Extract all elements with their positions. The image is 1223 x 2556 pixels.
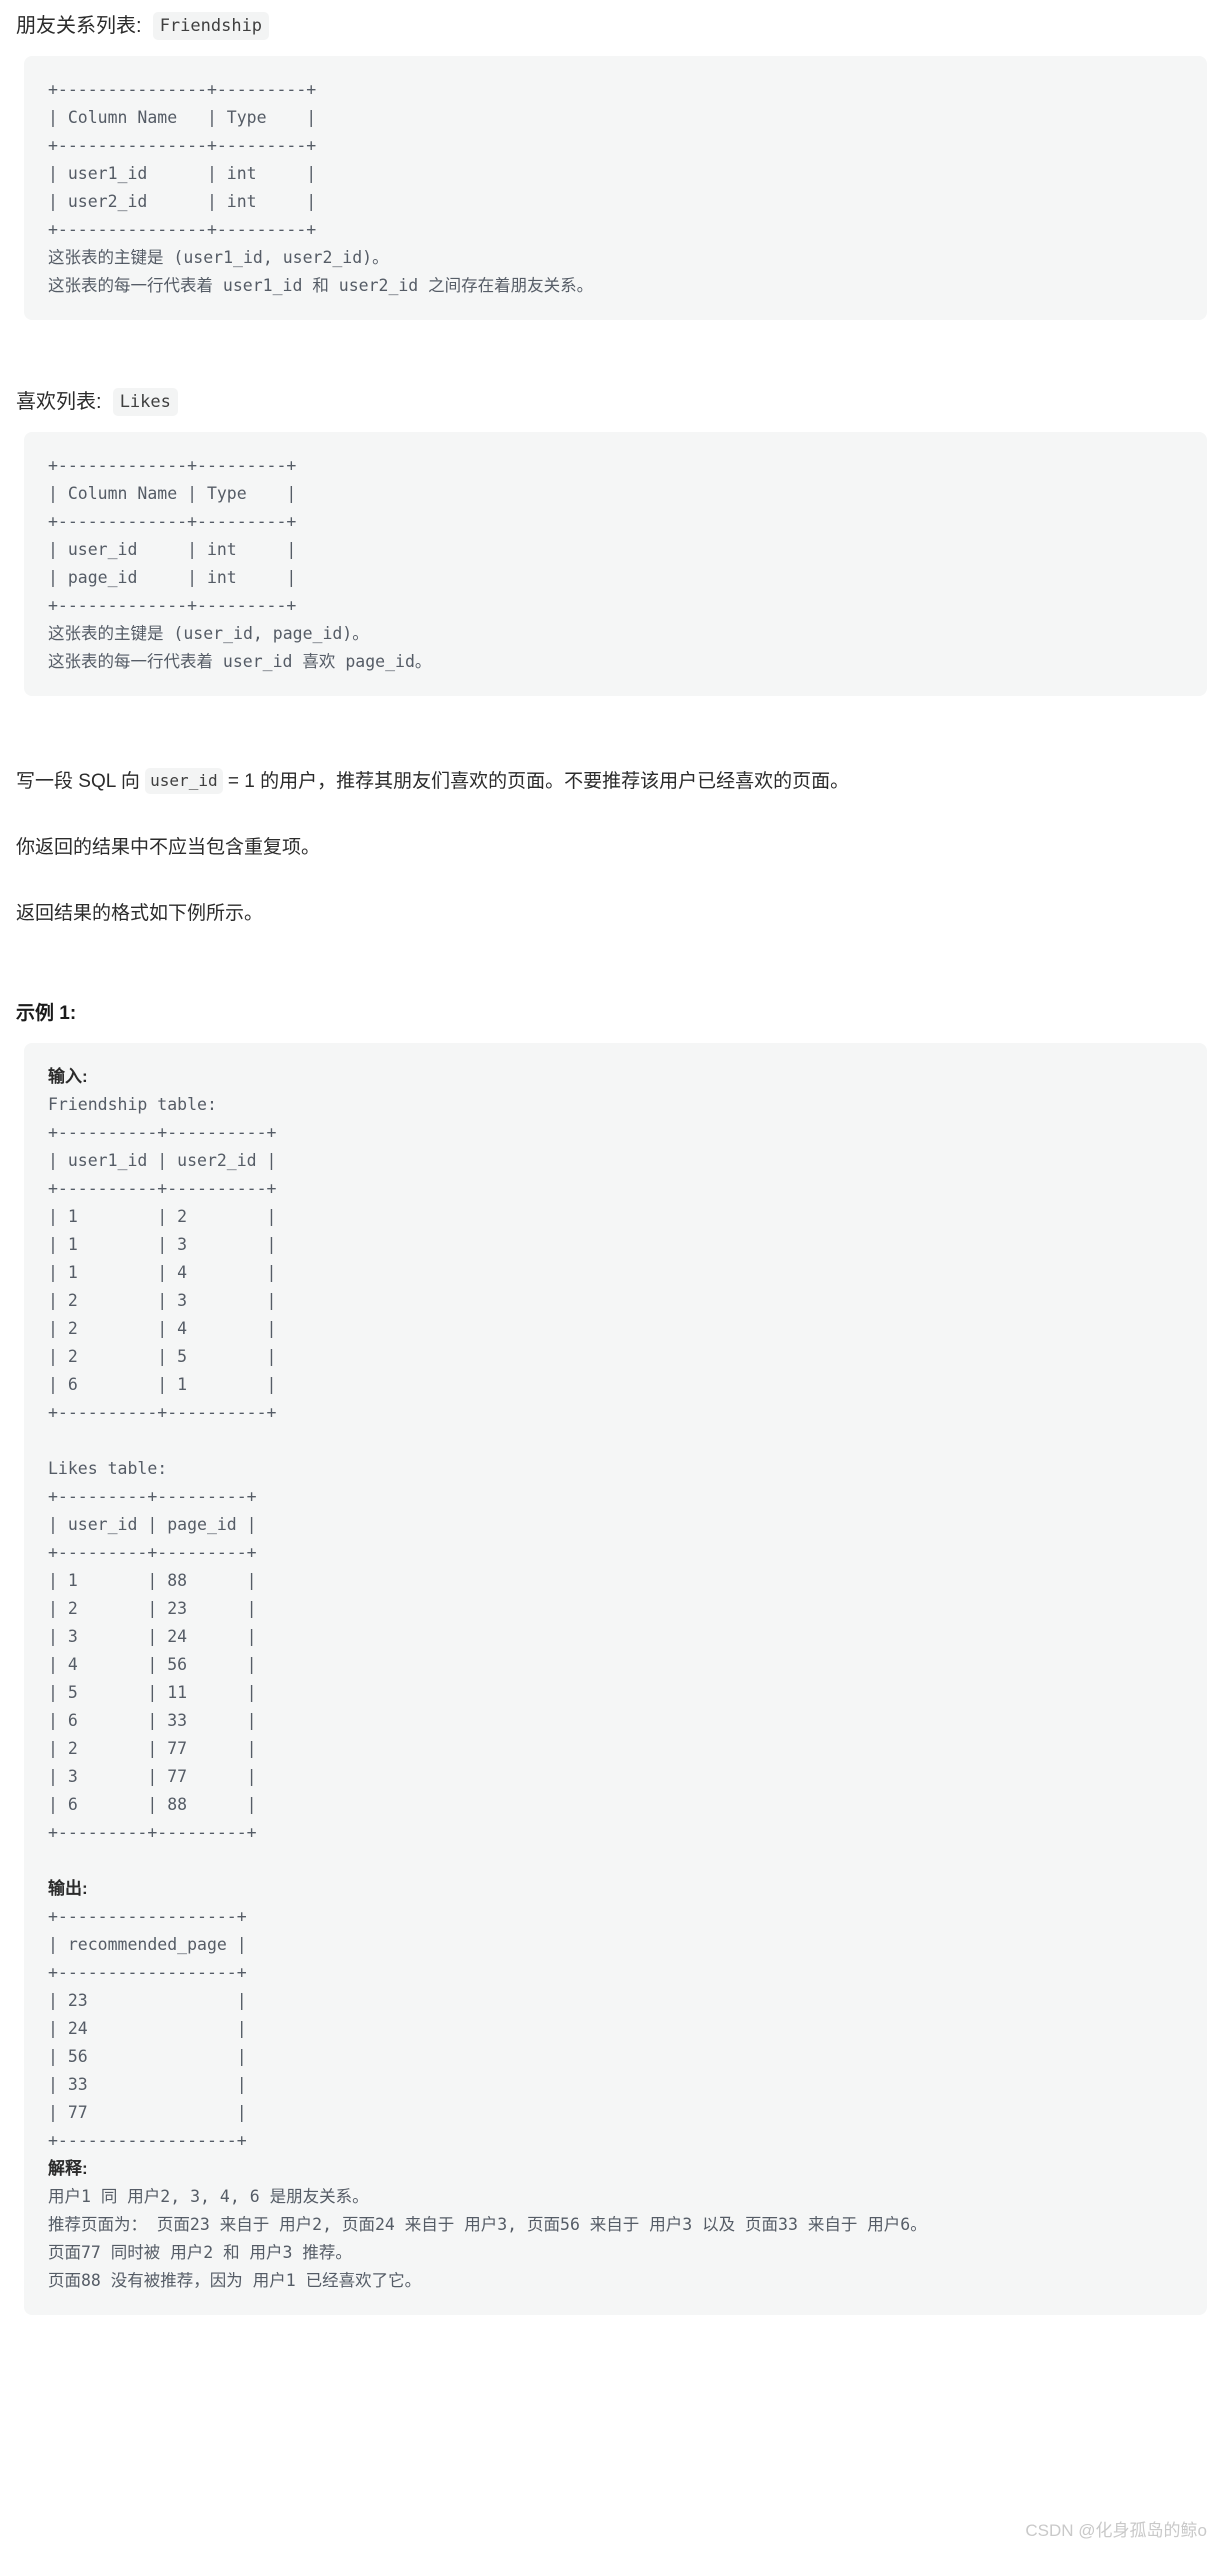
problem-statement-part1: 写一段 SQL 向 — [16, 771, 146, 792]
example-explanation-line-2: 推荐页面为： 页面23 来自于 用户2, 页面24 来自于 用户3, 页面56 … — [48, 2215, 927, 2234]
problem-format-note: 返回结果的格式如下例所示。 — [16, 903, 264, 924]
problem-no-duplicates: 你返回的结果中不应当包含重复项。 — [16, 837, 321, 858]
example-block: 输入: Friendship table: +----------+------… — [24, 1043, 1207, 2315]
example-output-label: 输出: — [48, 1879, 88, 1898]
example-blank-1 — [48, 1427, 1207, 1455]
example-explanation-line-3: 页面77 同时被 用户2 和 用户3 推荐。 — [48, 2243, 352, 2262]
friendship-table-name-code: Friendship — [152, 12, 270, 40]
likes-heading-label: 喜欢列表: — [16, 391, 102, 413]
csdn-watermark: CSDN @化身孤岛的鲸o — [1025, 2521, 1207, 2540]
example-blank-2 — [48, 1847, 1207, 1875]
example-explanation-line-1: 用户1 同 用户2, 3, 4, 6 是朋友关系。 — [48, 2187, 369, 2206]
likes-schema-ascii: +-------------+---------+ | Column Name … — [48, 456, 297, 615]
likes-note-row-meaning: 这张表的每一行代表着 user_id 喜欢 page_id。 — [48, 652, 432, 671]
problem-page: 朋友关系列表: Friendship +---------------+----… — [0, 0, 1223, 2315]
example-friendship-table: +----------+----------+ | user1_id | use… — [48, 1123, 277, 1422]
example-title: 示例 1: — [16, 1003, 77, 1024]
example-likes-caption: Likes table: — [48, 1459, 168, 1478]
example-output-table: +------------------+ | recommended_page … — [48, 1907, 247, 2150]
friendship-note-primary-key: 这张表的主键是 (user1_id, user2_id)。 — [48, 248, 389, 267]
example-likes-table: +---------+---------+ | user_id | page_i… — [48, 1487, 257, 1842]
example-explanation-label: 解释: — [48, 2159, 88, 2178]
likes-table-heading: 喜欢列表: Likes — [12, 376, 1211, 417]
likes-table-name-code: Likes — [112, 388, 178, 416]
friendship-note-row-meaning: 这张表的每一行代表着 user1_id 和 user2_id 之间存在着朋友关系… — [48, 276, 594, 295]
likes-note-primary-key: 这张表的主键是 (user_id, page_id)。 — [48, 624, 369, 643]
problem-statement: 写一段 SQL 向 user_id = 1 的用户，推荐其朋友们喜欢的页面。不要… — [12, 766, 1211, 798]
likes-schema-block: +-------------+---------+ | Column Name … — [24, 432, 1207, 696]
problem-statement-part2: = 1 的用户，推荐其朋友们喜欢的页面。不要推荐该用户已经喜欢的页面。 — [222, 771, 850, 792]
friendship-schema-block: +---------------+---------+ | Column Nam… — [24, 56, 1207, 320]
example-input-label: 输入: — [48, 1067, 88, 1086]
friendship-heading-label: 朋友关系列表: — [16, 15, 142, 37]
example-friendship-caption: Friendship table: — [48, 1095, 217, 1114]
problem-statement-code: user_id — [145, 768, 223, 794]
example-explanation-line-4: 页面88 没有被推荐，因为 用户1 已经喜欢了它。 — [48, 2271, 422, 2290]
friendship-table-heading: 朋友关系列表: Friendship — [12, 0, 1211, 41]
friendship-schema-ascii: +---------------+---------+ | Column Nam… — [48, 80, 317, 239]
